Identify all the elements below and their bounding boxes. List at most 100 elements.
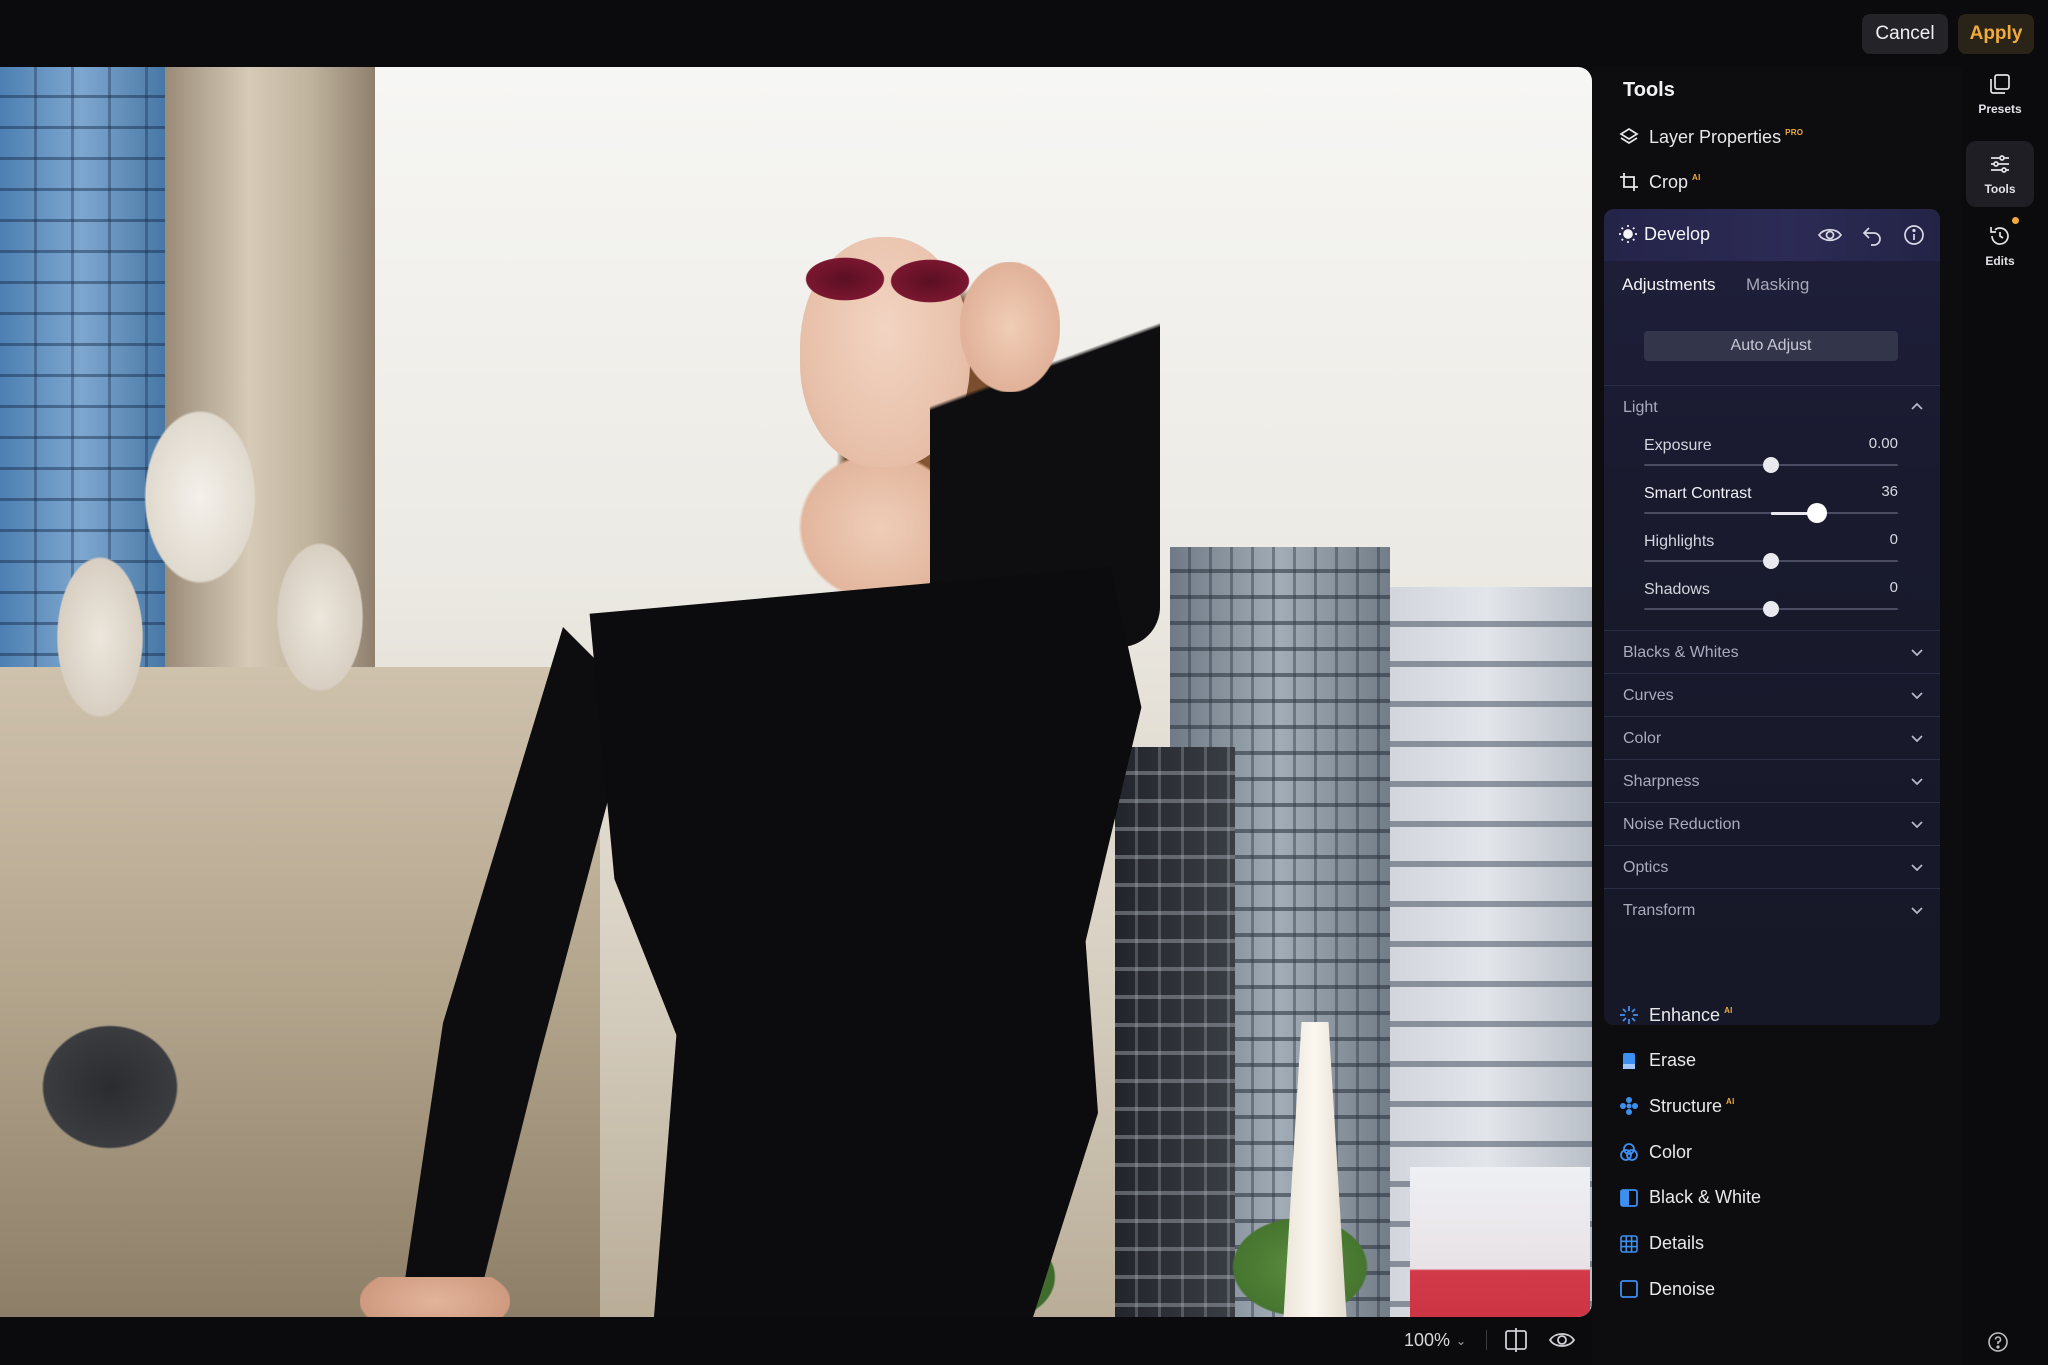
sun-icon xyxy=(1618,224,1638,249)
slider-exposure[interactable]: Exposure 0.00 xyxy=(1644,435,1898,487)
section-color[interactable]: Color xyxy=(1604,717,1940,759)
history-icon xyxy=(1988,224,2012,248)
chevron-up-icon xyxy=(1910,400,1924,414)
apply-button[interactable]: Apply xyxy=(1958,14,2034,54)
section-noise-reduction[interactable]: Noise Reduction xyxy=(1604,803,1940,845)
tool-color[interactable]: Color xyxy=(1619,1137,1692,1167)
section-label: Sharpness xyxy=(1623,773,1700,790)
develop-title: Develop xyxy=(1644,224,1711,244)
rail-edits[interactable]: Edits xyxy=(1966,213,2034,279)
section-label: Blacks & Whites xyxy=(1623,644,1739,661)
section-label: Optics xyxy=(1623,859,1669,876)
section-label: Color xyxy=(1623,730,1662,747)
tool-label: Enhance xyxy=(1649,1004,1721,1025)
erase-icon xyxy=(1619,1051,1639,1071)
tool-label: Black & White xyxy=(1649,1187,1762,1208)
chevron-down-icon xyxy=(1910,645,1924,659)
info-icon[interactable] xyxy=(1902,223,1926,247)
develop-card: Develop Adjustments Masking Auto Adjust … xyxy=(1604,209,1940,1025)
section-label: Transform xyxy=(1623,902,1696,919)
eye-icon[interactable] xyxy=(1548,1327,1576,1353)
section-transform[interactable]: Transform xyxy=(1604,889,1940,931)
chevron-down-icon xyxy=(1910,817,1924,831)
slider-value: 0 xyxy=(1889,579,1898,596)
section-label: Curves xyxy=(1623,687,1674,704)
zoom-dropdown[interactable]: 100% ⌄ xyxy=(1404,1330,1466,1351)
slider-label: Exposure xyxy=(1644,437,1712,454)
bottom-bar: 100% ⌄ xyxy=(0,1317,1592,1365)
layers-icon xyxy=(1619,127,1639,147)
presets-icon xyxy=(1988,72,2012,96)
section-optics[interactable]: Optics xyxy=(1604,846,1940,888)
slider-label: Smart Contrast xyxy=(1644,485,1752,502)
panel-title: Tools xyxy=(1623,79,1675,101)
chevron-down-icon: ⌄ xyxy=(1456,1333,1467,1348)
section-blacks-whites[interactable]: Blacks & Whites xyxy=(1604,631,1940,673)
chevron-down-icon xyxy=(1910,774,1924,788)
help-icon[interactable] xyxy=(1986,1330,2010,1354)
enhance-icon xyxy=(1619,1005,1639,1025)
slider-handle[interactable] xyxy=(1806,503,1827,523)
undo-icon[interactable] xyxy=(1860,223,1884,247)
chevron-down-icon xyxy=(1910,731,1924,745)
develop-tabs: Adjustments Masking xyxy=(1604,261,1940,307)
slider-handle[interactable] xyxy=(1763,601,1779,617)
photo-canvas[interactable] xyxy=(0,67,1592,1317)
denoise-icon xyxy=(1619,1279,1639,1299)
tool-label: Crop xyxy=(1649,171,1689,192)
chevron-down-icon xyxy=(1910,903,1924,917)
slider-shadows[interactable]: Shadows 0 xyxy=(1644,579,1898,631)
section-curves[interactable]: Curves xyxy=(1604,674,1940,716)
pro-badge: PRO xyxy=(1785,127,1804,137)
slider-handle[interactable] xyxy=(1763,553,1779,569)
tool-crop[interactable]: Crop AI xyxy=(1619,167,1701,197)
photo xyxy=(0,67,1592,1317)
auto-adjust-button[interactable]: Auto Adjust xyxy=(1644,331,1898,361)
tool-label: Structure xyxy=(1649,1095,1723,1116)
slider-label: Highlights xyxy=(1644,533,1715,550)
rail-presets[interactable]: Presets xyxy=(1966,61,2034,127)
ai-badge: AI xyxy=(1724,1005,1733,1015)
chevron-down-icon xyxy=(1910,860,1924,874)
tool-label: Layer Properties xyxy=(1649,126,1782,147)
tab-adjustments[interactable]: Adjustments xyxy=(1622,275,1716,295)
ai-badge: AI xyxy=(1726,1096,1735,1106)
slider-value: 0.00 xyxy=(1868,435,1898,452)
top-bar: Cancel Apply xyxy=(0,0,2048,67)
structure-icon xyxy=(1619,1096,1639,1116)
crop-icon xyxy=(1619,172,1639,192)
eye-icon[interactable] xyxy=(1817,223,1843,247)
slider-smart-contrast[interactable]: Smart Contrast 36 xyxy=(1644,483,1898,535)
section-light[interactable]: Light xyxy=(1604,386,1940,428)
slider-highlights[interactable]: Highlights 0 xyxy=(1644,531,1898,583)
tool-label: Denoise xyxy=(1649,1278,1716,1299)
rail-tools[interactable]: Tools xyxy=(1966,141,2034,207)
tool-details[interactable]: Details xyxy=(1619,1229,1704,1259)
tool-black-white[interactable]: Black & White xyxy=(1619,1183,1761,1213)
chevron-down-icon xyxy=(1910,688,1924,702)
tool-label: Color xyxy=(1649,1141,1693,1162)
slider-handle[interactable] xyxy=(1763,457,1779,473)
develop-header[interactable]: Develop xyxy=(1604,209,1940,261)
details-icon xyxy=(1619,1234,1639,1254)
black-white-icon xyxy=(1619,1188,1639,1208)
compare-icon[interactable] xyxy=(1502,1327,1530,1353)
tool-denoise[interactable]: Denoise xyxy=(1619,1274,1715,1304)
tool-label: Details xyxy=(1649,1233,1705,1253)
color-icon xyxy=(1619,1142,1639,1162)
slider-value: 0 xyxy=(1889,531,1898,548)
tool-enhance[interactable]: Enhance AI xyxy=(1619,1000,1733,1030)
tool-structure[interactable]: Structure AI xyxy=(1619,1091,1735,1121)
tab-masking[interactable]: Masking xyxy=(1746,275,1809,295)
section-label: Noise Reduction xyxy=(1623,816,1741,833)
section-sharpness[interactable]: Sharpness xyxy=(1604,760,1940,802)
cancel-button[interactable]: Cancel xyxy=(1862,14,1948,54)
ai-badge: AI xyxy=(1692,172,1701,182)
slider-label: Shadows xyxy=(1644,581,1710,598)
tools-panel: Tools Layer Properties PRO Crop AI Devel… xyxy=(1592,67,1962,1365)
notification-dot xyxy=(2012,217,2019,224)
side-rail: Presets Tools Edits xyxy=(1962,67,2048,1365)
zoom-level: 100% xyxy=(1404,1330,1451,1350)
tool-layer-properties[interactable]: Layer Properties PRO xyxy=(1619,122,1803,152)
tool-erase[interactable]: Erase xyxy=(1619,1046,1696,1076)
